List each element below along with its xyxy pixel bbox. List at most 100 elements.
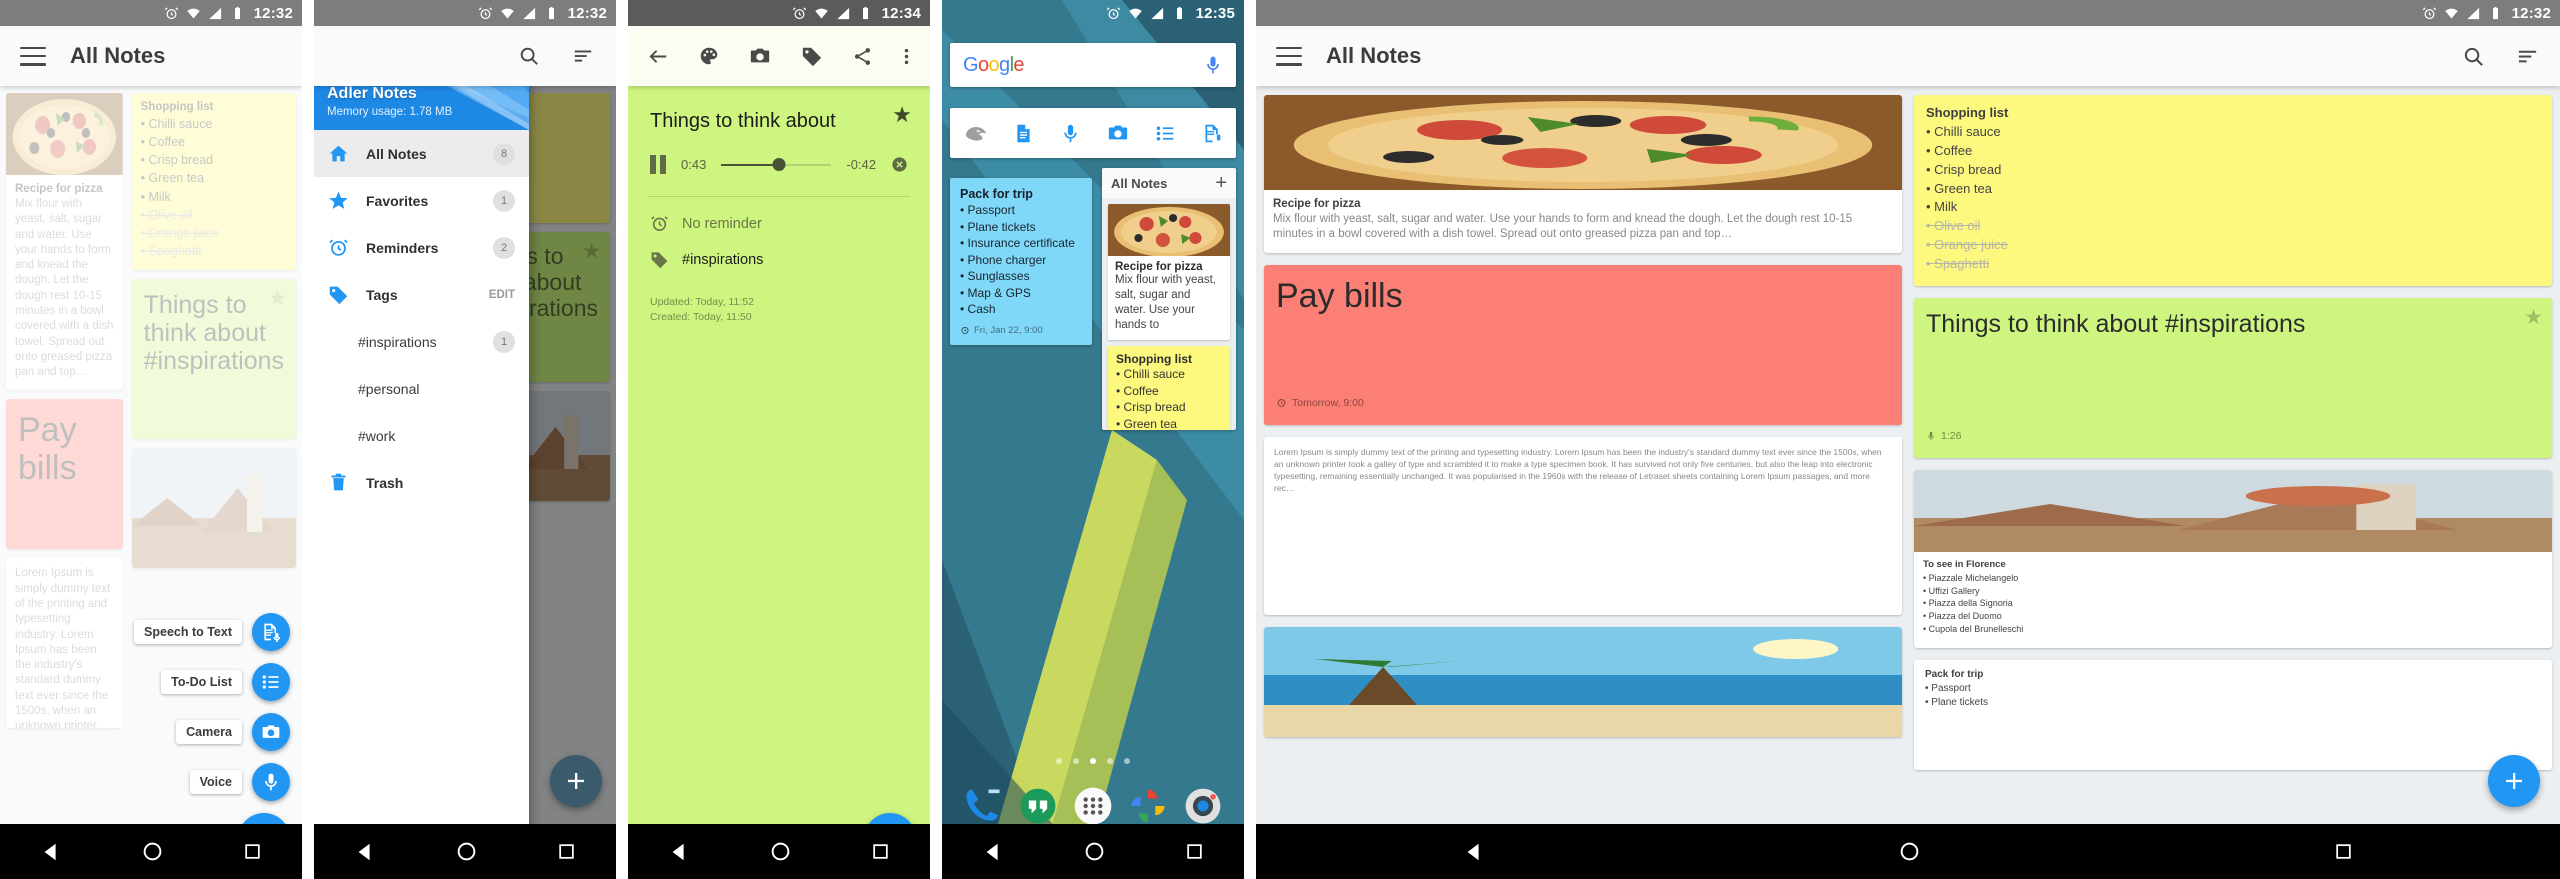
camera-icon[interactable]	[1107, 122, 1129, 144]
pizza-photo	[1108, 204, 1230, 256]
status-bar: 12:32	[1256, 0, 2560, 26]
nav-home-button[interactable]	[770, 841, 791, 862]
nav-recents-button[interactable]	[871, 842, 890, 861]
tag-button[interactable]	[795, 39, 829, 73]
note-card[interactable]: To see in Florence Piazzale Michelangelo…	[1914, 469, 2552, 648]
note-card[interactable]: Shopping list Chilli sauce Coffee Crisp …	[1914, 95, 2552, 286]
pause-button[interactable]	[650, 155, 666, 174]
back-button[interactable]	[641, 39, 675, 73]
overflow-menu-button[interactable]	[897, 39, 917, 73]
tags-edit-button[interactable]: EDIT	[489, 289, 515, 301]
microphone-icon[interactable]	[1060, 123, 1081, 144]
favorite-star-icon[interactable]: ★	[2524, 305, 2543, 330]
nav-back-button[interactable]	[40, 841, 62, 863]
pack-for-trip-widget[interactable]: Pack for trip Passport Plane tickets Ins…	[950, 178, 1092, 345]
adler-eagle-icon[interactable]	[963, 123, 987, 143]
camera-icon[interactable]	[252, 713, 290, 751]
add-note-fab[interactable]	[2488, 755, 2540, 807]
color-button[interactable]	[692, 39, 726, 73]
sidebar-item-reminders[interactable]: Reminders 2	[314, 224, 529, 271]
sidebar-item-tags[interactable]: Tags EDIT	[314, 271, 529, 318]
audio-seek-slider[interactable]	[721, 156, 832, 174]
menu-button[interactable]	[16, 39, 50, 73]
nav-recents-button[interactable]	[2334, 842, 2353, 861]
sort-button[interactable]	[566, 39, 600, 73]
tag-row[interactable]: #inspirations	[628, 233, 930, 269]
speed-dial-item-voice[interactable]: Voice	[189, 763, 290, 801]
nav-home-button[interactable]	[142, 841, 163, 862]
status-time: 12:32	[253, 4, 293, 22]
widget-note-card[interactable]: Shopping list Chilli sauce Coffee Crisp …	[1108, 345, 1230, 430]
sort-button[interactable]	[2510, 39, 2544, 73]
sidebar-item-trash[interactable]: Trash	[314, 459, 529, 506]
note-title[interactable]: Things to think about	[628, 86, 930, 133]
nav-back-button[interactable]	[354, 841, 376, 863]
nav-recents-button[interactable]	[243, 842, 262, 861]
sidebar-item-tag-inspirations[interactable]: #inspirations 1	[314, 318, 529, 365]
sidebar-item-tag-personal[interactable]: #personal	[314, 365, 529, 412]
widget-note-card[interactable]: Recipe for pizza Mix flour with yeast, s…	[1108, 204, 1230, 340]
microphone-icon[interactable]	[252, 763, 290, 801]
page-dot-active[interactable]	[1090, 758, 1096, 764]
slider-knob[interactable]	[772, 158, 786, 171]
note-card[interactable]: Pack for trip Passport Plane tickets	[1914, 659, 2552, 770]
speed-dial-item-todo-list[interactable]: To-Do List	[161, 663, 290, 701]
add-note-fab[interactable]	[550, 755, 602, 807]
note-card[interactable]: Recipe for pizza Mix flour with yeast, s…	[1264, 95, 1902, 253]
checklist-icon[interactable]	[1155, 123, 1176, 144]
checklist-icon[interactable]	[252, 663, 290, 701]
document-icon[interactable]	[1013, 123, 1034, 144]
nav-back-button[interactable]	[1463, 841, 1485, 863]
camera-icon[interactable]	[1181, 784, 1225, 828]
note-card[interactable]: Pay bills Tomorrow, 9:00	[1264, 264, 1902, 425]
page-dot[interactable]	[1056, 758, 1062, 764]
list-item: Coffee	[1926, 142, 2540, 161]
messages-icon[interactable]	[1016, 784, 1060, 828]
note-card[interactable]: Lorem Ipsum is simply dummy text of the …	[1264, 436, 1902, 615]
note-card[interactable]: Recipe for pizza Mix flour with yeast, s…	[6, 93, 123, 391]
photos-icon[interactable]	[1126, 784, 1170, 828]
list-item: Orange juice	[1926, 236, 2540, 255]
nav-back-button[interactable]	[982, 841, 1004, 863]
note-card[interactable]	[1264, 626, 1902, 737]
all-notes-widget[interactable]: All Notes + Recipe for pizza Mix flour w…	[1102, 168, 1236, 430]
search-button[interactable]	[2456, 39, 2490, 73]
nav-recents-button[interactable]	[557, 842, 576, 861]
nav-home-button[interactable]	[1899, 841, 1920, 862]
page-dot[interactable]	[1073, 758, 1079, 764]
nav-back-button[interactable]	[668, 841, 690, 863]
note-card[interactable]	[131, 448, 296, 568]
camera-button[interactable]	[743, 39, 777, 73]
favorite-star-icon[interactable]: ★	[892, 102, 912, 128]
phone-icon[interactable]	[961, 784, 1005, 828]
tag-text: #inspirations	[682, 251, 764, 268]
note-card[interactable]: ★ Things to think about #inspirations 1:…	[1914, 297, 2552, 458]
note-card[interactable]: Pay bills	[6, 399, 123, 550]
speech-to-text-icon[interactable]	[252, 613, 290, 651]
close-icon[interactable]	[891, 156, 908, 173]
list-item: Milk	[141, 188, 287, 206]
speed-dial-item-camera[interactable]: Camera	[176, 713, 290, 751]
app-drawer-icon[interactable]	[1071, 784, 1115, 828]
page-dot[interactable]	[1124, 758, 1130, 764]
share-button[interactable]	[846, 39, 880, 73]
sidebar-item-favorites[interactable]: Favorites 1	[314, 177, 529, 224]
note-card[interactable]: Lorem Ipsum is simply dummy text of the …	[6, 558, 123, 729]
add-note-icon[interactable]: +	[1215, 173, 1227, 193]
nav-recents-button[interactable]	[1185, 842, 1204, 861]
note-card[interactable]: Shopping list Chilli sauce Coffee Crisp …	[131, 93, 296, 270]
microphone-icon[interactable]	[1203, 55, 1223, 75]
sidebar-item-all-notes[interactable]: All Notes 8	[314, 130, 529, 177]
speech-to-text-icon[interactable]	[1202, 123, 1223, 144]
note-text: Mix flour with yeast, salt, sugar and wa…	[1115, 274, 1216, 331]
note-card[interactable]: ★ Things to think about #inspirations	[131, 279, 296, 439]
menu-button[interactable]	[1272, 39, 1306, 73]
reminder-row[interactable]: No reminder	[628, 197, 930, 233]
nav-home-button[interactable]	[1084, 841, 1105, 862]
page-dot[interactable]	[1107, 758, 1113, 764]
search-button[interactable]	[512, 39, 546, 73]
google-search-bar[interactable]: Google	[950, 43, 1236, 87]
speed-dial-item-speech-to-text[interactable]: Speech to Text	[134, 613, 290, 651]
nav-home-button[interactable]	[456, 841, 477, 862]
sidebar-item-tag-work[interactable]: #work	[314, 412, 529, 459]
